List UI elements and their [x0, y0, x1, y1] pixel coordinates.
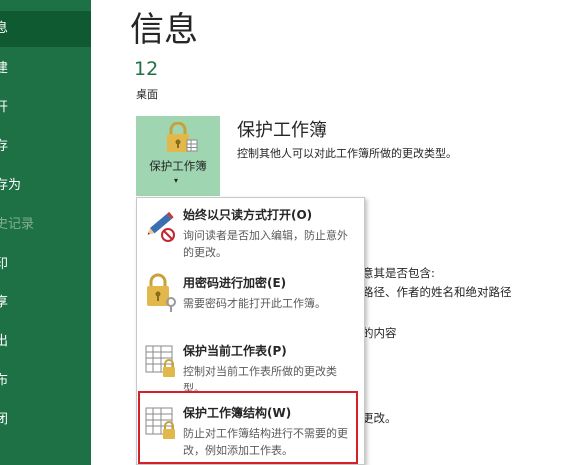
- nav-item-label: 存为: [0, 178, 22, 193]
- chevron-down-icon: ▾: [174, 176, 179, 185]
- nav-item-label: 出: [0, 334, 9, 349]
- nav-item-print[interactable]: 印: [0, 247, 91, 283]
- nav-item-label: 建: [0, 61, 9, 76]
- sheet-lock-icon: [143, 340, 179, 380]
- nav-item-label: 闭: [0, 412, 9, 427]
- lock-icon: [158, 121, 198, 162]
- highlight-box: [138, 391, 358, 464]
- menu-item-title: 用密码进行加密(E): [183, 276, 287, 290]
- menu-item-title: 保护当前工作表(P): [183, 344, 287, 358]
- pencil-no-icon: [143, 204, 179, 244]
- nav-item-label: 布: [0, 373, 9, 388]
- nav-item-label: 史记录: [0, 217, 35, 232]
- nav-item-label: 享: [0, 295, 9, 310]
- nav-item-save[interactable]: 存: [0, 129, 91, 165]
- nav-item-share[interactable]: 享: [0, 285, 91, 321]
- protect-workbook-button[interactable]: 保护工作簿 ▾: [136, 116, 220, 196]
- inspect-text-2: 路径、作者的姓名和绝对路径: [362, 285, 512, 299]
- inspect-text-1: 意其是否包含:: [362, 266, 435, 280]
- nav-item-label: 息: [0, 21, 9, 36]
- file-location: 桌面: [136, 88, 158, 101]
- menu-item-desc: 需要密码才能打开此工作簿。: [183, 297, 326, 310]
- nav-item-save-as[interactable]: 存为: [0, 168, 91, 204]
- menu-item-always-read-only[interactable]: 始终以只读方式打开(O) 询问读者是否加入编辑，防止意外的更改。: [137, 198, 364, 266]
- nav-item-info[interactable]: 息: [0, 11, 91, 47]
- nav-item-export[interactable]: 出: [0, 324, 91, 360]
- protect-workbook-label: 保护工作簿: [149, 159, 207, 173]
- protect-workbook-menu: 始终以只读方式打开(O) 询问读者是否加入编辑，防止意外的更改。 用密码进行加密…: [136, 197, 365, 465]
- menu-item-encrypt-password[interactable]: 用密码进行加密(E) 需要密码才能打开此工作簿。: [137, 266, 364, 334]
- nav-item-open[interactable]: 开: [0, 90, 91, 126]
- nav-item-publish[interactable]: 布: [0, 363, 91, 399]
- nav-item-new[interactable]: 建: [0, 51, 91, 87]
- inspect-text-3: 的内容: [362, 326, 397, 340]
- nav-item-label: 印: [0, 257, 9, 272]
- backstage-sidebar: 息 建 开 存 存为 史记录 印 享 出 布 闭: [0, 0, 91, 465]
- file-name: 12: [134, 58, 159, 80]
- protect-section-desc: 控制其他人可以对此工作簿所做的更改类型。: [237, 147, 457, 160]
- nav-item-label: 存: [0, 139, 9, 154]
- nav-item-label: 开: [0, 100, 9, 115]
- protect-section-title: 保护工作簿: [237, 120, 327, 141]
- page-title: 信息: [130, 10, 198, 50]
- inspect-text-4: 更改。: [362, 411, 397, 425]
- lock-key-icon: [143, 272, 179, 312]
- menu-item-title: 始终以只读方式打开(O): [183, 208, 313, 222]
- menu-item-desc: 询问读者是否加入编辑，防止意外的更改。: [183, 229, 348, 259]
- nav-item-close[interactable]: 闭: [0, 402, 91, 438]
- nav-item-history: 史记录: [0, 207, 91, 243]
